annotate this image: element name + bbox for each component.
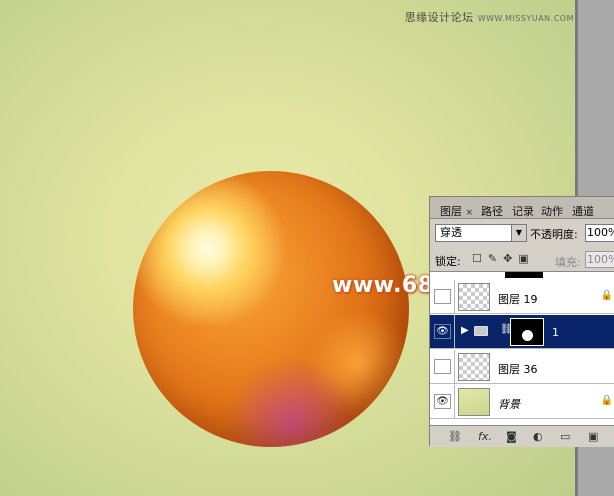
lock-transparent-icon[interactable]: ☐ xyxy=(472,252,482,265)
adjustment-icon[interactable]: ◐ xyxy=(533,430,543,443)
tab-history[interactable]: 记录 xyxy=(512,205,534,219)
lock-buttons: ☐ ✎ ✥ ▣ xyxy=(472,252,529,265)
tab-layers[interactable]: 图层 × xyxy=(440,205,473,219)
layer-name: 图层 36 xyxy=(498,363,538,376)
watermark-top: 思缘设计论坛 WWW.MISSYUAN.COM xyxy=(405,9,574,25)
lock-icon: 🔒 xyxy=(600,290,613,301)
chevron-down-icon[interactable]: ▼ xyxy=(511,225,526,241)
layer-row[interactable]: 图层 19 🔒 xyxy=(430,280,614,314)
fill-label: 填充: xyxy=(555,256,581,269)
layer-row-background[interactable]: 👁 背景 🔒 xyxy=(430,385,614,419)
layer-thumbnail xyxy=(458,283,490,311)
visibility-toggle[interactable] xyxy=(434,289,451,304)
layer-mask-thumbnail[interactable] xyxy=(510,318,544,346)
fx-icon[interactable]: fx. xyxy=(478,430,492,443)
layers-panel: 图层 × 路径 记录 动作 通道 穿透 ▼ 不透明度: 100% 锁定: ☐ ✎… xyxy=(429,196,614,447)
new-layer-icon[interactable]: ▣ xyxy=(588,430,598,443)
mask-icon[interactable]: ◙ xyxy=(506,430,517,443)
folder-icon[interactable]: ▭ xyxy=(560,430,570,443)
layers-list: 图层 19 🔒 👁 ▶ ⛓ 1 图层 36 👁 背景 🔒 xyxy=(430,271,614,425)
lock-pixels-icon[interactable]: ✎ xyxy=(488,252,497,265)
tab-paths[interactable]: 路径 xyxy=(481,205,503,219)
partial-layer-mask xyxy=(505,272,543,278)
visibility-toggle[interactable] xyxy=(434,359,451,374)
lock-icon: 🔒 xyxy=(600,395,613,406)
layer-thumbnail xyxy=(458,353,490,381)
lock-label: 锁定: xyxy=(435,255,461,268)
layers-bottom-toolbar: ⛓ fx. ◙ ◐ ▭ ▣ xyxy=(430,425,614,447)
panel-tabs: 图层 × 路径 记录 动作 通道 xyxy=(430,197,614,219)
eye-icon[interactable]: 👁 xyxy=(434,394,451,409)
watermark-top-text: 思缘设计论坛 xyxy=(404,11,474,24)
close-icon[interactable]: × xyxy=(466,208,474,218)
layer-name: 1 xyxy=(552,326,559,339)
tab-channels[interactable]: 通道 xyxy=(572,205,594,219)
lock-position-icon[interactable]: ✥ xyxy=(503,252,512,265)
opacity-label: 不透明度: xyxy=(530,228,578,241)
eye-icon[interactable]: 👁 xyxy=(434,324,451,339)
layer-row[interactable]: 图层 36 xyxy=(430,350,614,384)
tab-actions[interactable]: 动作 xyxy=(541,205,563,219)
opacity-input[interactable]: 100% xyxy=(585,224,614,242)
blend-mode-select[interactable]: 穿透 ▼ xyxy=(435,224,527,242)
lock-all-icon[interactable]: ▣ xyxy=(518,252,528,265)
layer-name: 图层 19 xyxy=(498,293,538,306)
link-icon[interactable]: ⛓ xyxy=(448,430,462,443)
fill-input[interactable]: 100% xyxy=(585,251,614,268)
blend-mode-value: 穿透 xyxy=(440,226,462,239)
folder-icon xyxy=(474,326,488,336)
layer-row-selected[interactable]: 👁 ▶ ⛓ 1 xyxy=(430,315,614,349)
layer-name: 背景 xyxy=(498,398,520,411)
layer-thumbnail xyxy=(458,388,490,416)
expand-arrow-icon[interactable]: ▶ xyxy=(461,325,469,336)
tab-layers-label: 图层 xyxy=(440,205,462,218)
orange-sphere xyxy=(133,171,409,447)
watermark-top-site: WWW.MISSYUAN.COM xyxy=(477,14,574,23)
